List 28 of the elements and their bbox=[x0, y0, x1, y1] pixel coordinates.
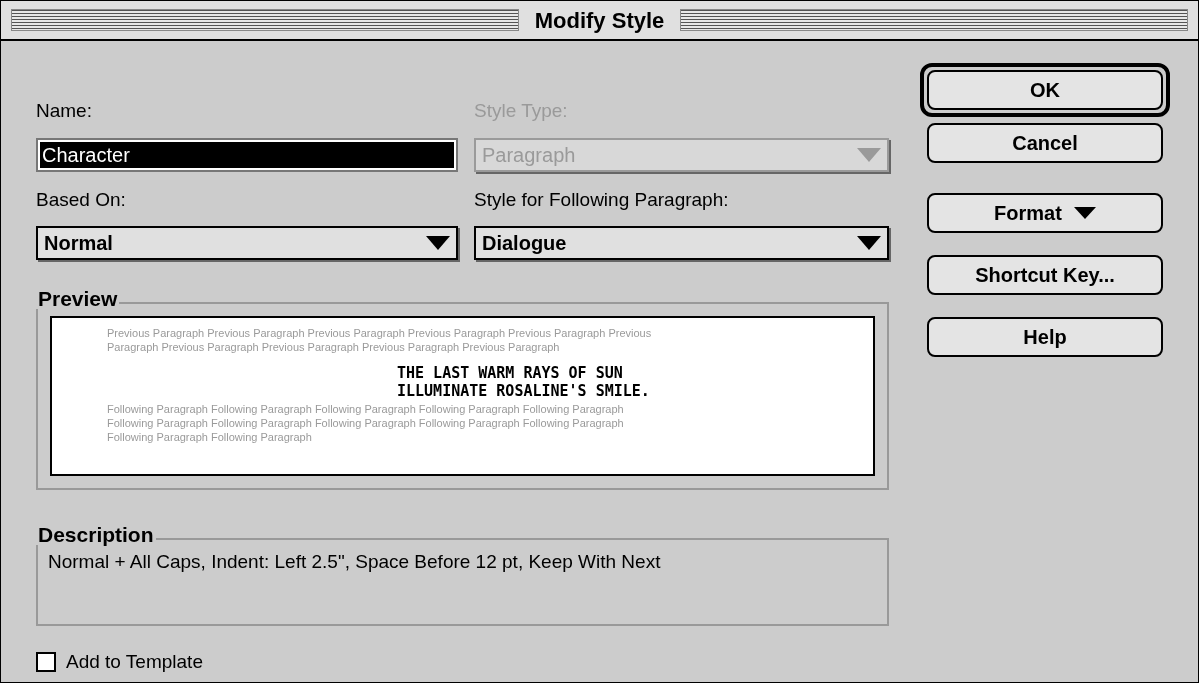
field-label: Style for Following Paragraph: bbox=[474, 187, 730, 212]
dialog-button[interactable]: Cancel bbox=[927, 123, 1163, 163]
following-paragraph-text: Following Paragraph Following Paragraph Following Paragraph Following Paragraph Following Paragraph bbox=[107, 402, 625, 416]
style-dropdown[interactable]: Dialogue bbox=[474, 226, 889, 260]
group-label: Preview bbox=[36, 288, 120, 309]
dropdown-arrow-icon bbox=[857, 147, 881, 162]
sample-text: ILLUMINATE ROSALINE'S SMILE. bbox=[397, 382, 651, 400]
field-label: Name: bbox=[36, 99, 93, 123]
dialog-button[interactable]: Help bbox=[927, 317, 1163, 357]
style-dropdown[interactable]: Normal bbox=[36, 226, 458, 260]
dialog-button[interactable]: Format bbox=[927, 193, 1163, 233]
dialog-button[interactable]: OK bbox=[927, 70, 1163, 110]
name-field[interactable]: Character bbox=[36, 137, 458, 172]
dropdown-arrow-icon bbox=[857, 236, 881, 250]
window-title: Modify Style bbox=[533, 6, 666, 35]
dropdown-arrow-icon bbox=[1073, 207, 1096, 219]
field-label: Based On: bbox=[36, 187, 127, 212]
previous-paragraph-text: Paragraph Previous Paragraph Previous Paragraph Previous Paragraph Previous Paragraph bbox=[107, 340, 561, 354]
group-label: Description bbox=[36, 524, 156, 545]
checkbox[interactable] bbox=[36, 652, 56, 673]
following-paragraph-text: Following Paragraph Following Paragraph bbox=[107, 430, 313, 444]
previous-paragraph-text: Previous Paragraph Previous Paragraph Previous Paragraph Previous Paragraph Previous Paragraph Previous bbox=[107, 326, 653, 340]
description-text: Normal + All Caps, Indent: Left 2.5", Space Before 12 pt, Keep With Next bbox=[48, 551, 661, 572]
sample-text: THE LAST WARM RAYS OF SUN bbox=[397, 364, 624, 382]
following-paragraph-text: Following Paragraph Following Paragraph Following Paragraph Following Paragraph Following Paragraph bbox=[107, 416, 625, 430]
checkbox-label: Add to Template bbox=[66, 650, 203, 674]
dropdown-arrow-icon bbox=[426, 236, 450, 250]
dialog-button[interactable]: Shortcut Key... bbox=[927, 255, 1163, 295]
